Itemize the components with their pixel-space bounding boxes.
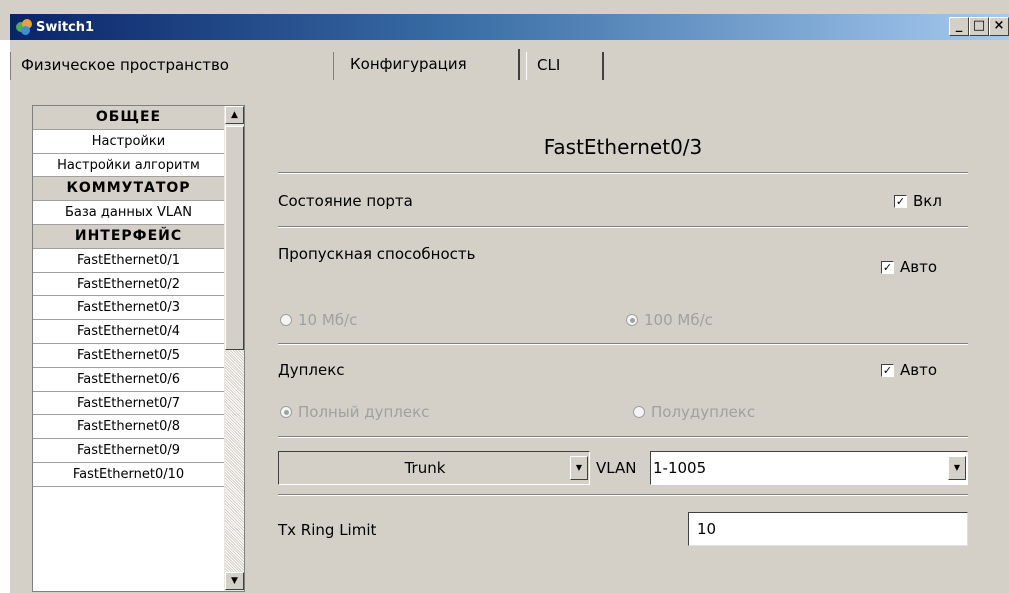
port-status-label: Состояние порта [278, 192, 413, 210]
tab-cli[interactable]: CLI [526, 52, 604, 80]
radio-selected-icon[interactable] [280, 406, 292, 418]
list-item[interactable]: FastEthernet0/10 [33, 462, 225, 487]
bandwidth-100-radio[interactable]: 100 Мб/с [626, 311, 713, 329]
radio-unselected-icon[interactable] [633, 406, 645, 418]
list-item[interactable]: FastEthernet0/1 [33, 248, 225, 273]
duplex-auto-checkbox[interactable]: ✓ Авто [881, 361, 937, 379]
list-section-header: ИНТЕРФЕЙС [33, 224, 225, 249]
app-icon [15, 18, 33, 36]
port-mode-select[interactable]: Trunk ▼ [278, 451, 590, 485]
list-item[interactable]: FastEthernet0/6 [33, 367, 225, 392]
dropdown-arrow-icon[interactable]: ▼ [948, 456, 966, 480]
maximize-button[interactable]: □ [969, 17, 989, 36]
scroll-up-icon[interactable]: ▲ [225, 106, 244, 124]
checkbox-checked-icon[interactable]: ✓ [881, 260, 894, 274]
tab-bar: Физическое пространство Конфигурация CLI [10, 46, 1009, 80]
scroll-down-icon[interactable]: ▼ [225, 572, 244, 590]
settings-list-items: ОБЩЕЕ Настройки Настройки алгоритм КОММУТАТ… [33, 106, 225, 487]
duplex-full-radio[interactable]: Полный дуплекс [280, 403, 429, 421]
list-item[interactable]: FastEthernet0/4 [33, 320, 225, 344]
list-scrollbar[interactable]: ▲ ▼ [224, 106, 244, 591]
radio-selected-icon[interactable] [626, 314, 638, 326]
duplex-label: Дуплекс [278, 361, 345, 379]
list-section-header: ОБЩЕЕ [33, 106, 225, 130]
settings-list: ОБЩЕЕ Настройки Настройки алгоритм КОММУТАТ… [32, 105, 245, 592]
tx-ring-label: Tx Ring Limit [278, 521, 377, 539]
close-button[interactable]: × [989, 17, 1009, 36]
divider [278, 226, 968, 228]
window-title: Switch1 [36, 19, 95, 35]
divider [278, 343, 968, 345]
scroll-thumb[interactable] [225, 126, 244, 350]
list-item[interactable]: FastEthernet0/8 [33, 415, 225, 440]
port-title: FastEthernet0/3 [543, 135, 703, 159]
window-edge [0, 40, 10, 593]
list-item[interactable]: FastEthernet0/3 [33, 296, 225, 321]
bandwidth-10-radio[interactable]: 10 Мб/с [280, 311, 357, 329]
tab-config[interactable]: Конфигурация [340, 49, 520, 80]
checkbox-checked-icon[interactable]: ✓ [894, 194, 907, 208]
radio-unselected-icon[interactable] [280, 314, 292, 326]
list-item[interactable]: Настройки [33, 129, 225, 154]
vlan-label: VLAN [596, 459, 637, 477]
divider [278, 172, 968, 174]
list-item[interactable]: Настройки алгоритм [33, 153, 225, 178]
list-item[interactable]: FastEthernet0/2 [33, 272, 225, 297]
dropdown-arrow-icon[interactable]: ▼ [570, 456, 588, 480]
divider [278, 494, 968, 496]
checkbox-checked-icon[interactable]: ✓ [881, 363, 894, 377]
tab-physical[interactable]: Физическое пространство [10, 52, 334, 80]
list-section-header: КОММУТАТОР [33, 177, 225, 202]
divider [278, 436, 968, 438]
list-item[interactable]: База данных VLAN [33, 201, 225, 225]
list-item[interactable]: FastEthernet0/5 [33, 343, 225, 368]
vlan-select[interactable]: 1-1005 ▼ [650, 451, 968, 485]
list-item[interactable]: FastEthernet0/7 [33, 391, 225, 416]
minimize-button[interactable]: _ [949, 17, 969, 36]
scroll-track[interactable] [225, 350, 244, 572]
list-item[interactable]: FastEthernet0/9 [33, 439, 225, 463]
bandwidth-auto-checkbox[interactable]: ✓ Авто [881, 258, 937, 276]
bandwidth-label: Пропускная способность [278, 245, 476, 263]
tx-ring-input[interactable]: 10 [688, 512, 968, 546]
duplex-half-radio[interactable]: Полудуплекс [633, 403, 755, 421]
title-bar[interactable]: Switch1 _ □ × [10, 14, 1009, 40]
port-status-checkbox[interactable]: ✓ Вкл [894, 192, 942, 210]
